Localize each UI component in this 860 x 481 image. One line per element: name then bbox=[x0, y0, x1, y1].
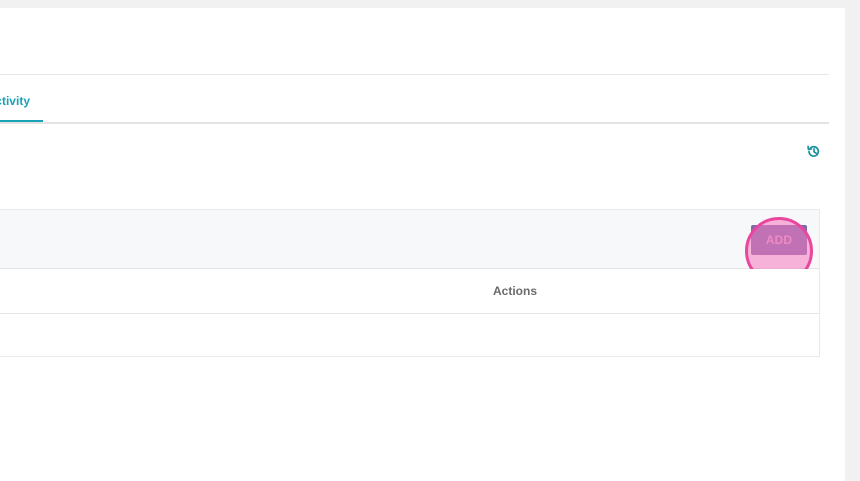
tab-bar: Activity bbox=[0, 75, 829, 124]
tab-activity-label: Activity bbox=[0, 94, 30, 108]
column-header-actions: Actions bbox=[493, 284, 538, 298]
table-row bbox=[0, 314, 819, 356]
main-panel: Activity ADD Actions bbox=[0, 8, 845, 481]
table-toolbar: ADD bbox=[0, 210, 819, 285]
add-button[interactable]: ADD bbox=[751, 225, 807, 255]
history-icon[interactable] bbox=[806, 144, 821, 159]
activity-table: ADD Actions bbox=[0, 209, 820, 357]
tab-activity[interactable]: Activity bbox=[0, 75, 43, 122]
table-header-row: Actions bbox=[0, 269, 819, 314]
